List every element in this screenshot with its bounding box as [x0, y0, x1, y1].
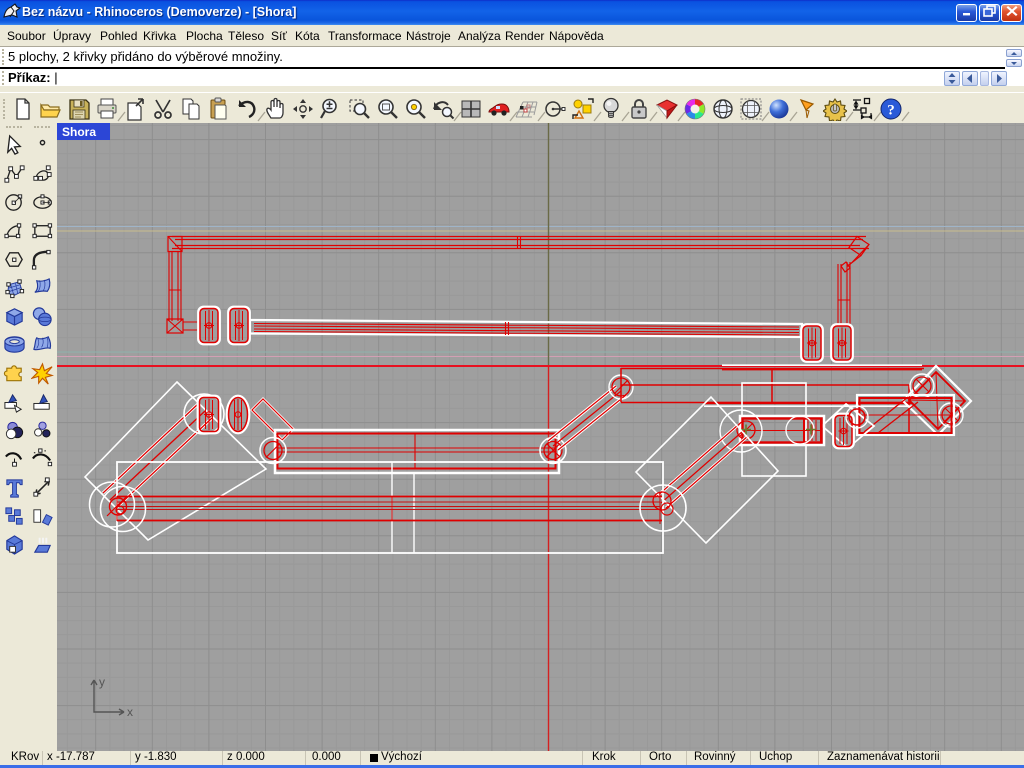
svg-text:x: x — [127, 705, 133, 719]
svg-text:?: ? — [887, 103, 895, 119]
svg-text:Shora: Shora — [62, 125, 96, 139]
svg-text:y: y — [99, 675, 105, 689]
